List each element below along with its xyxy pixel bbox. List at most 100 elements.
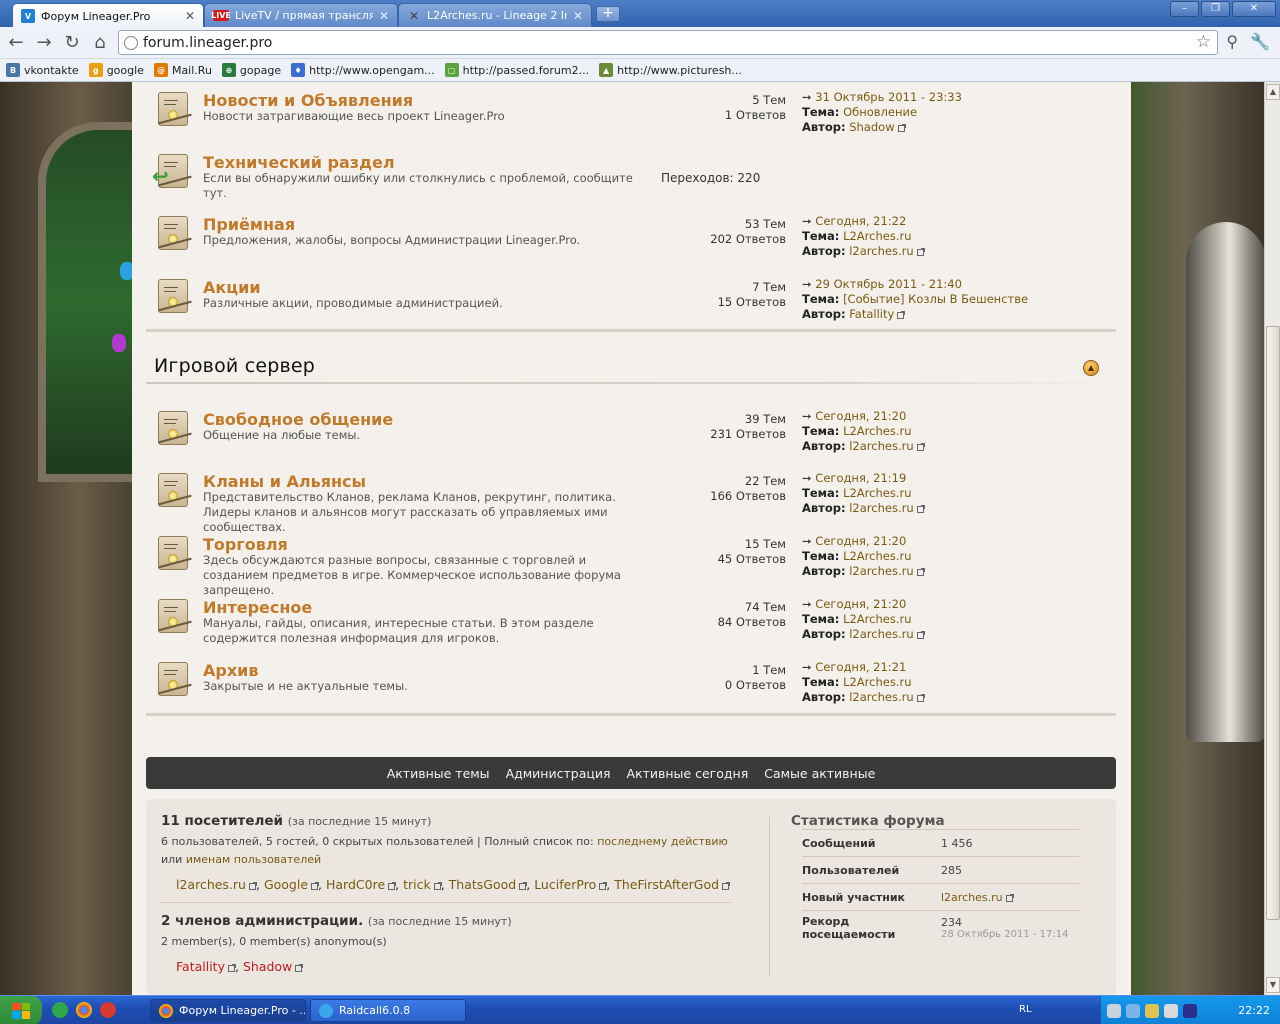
- bookmark-item[interactable]: g google: [88, 63, 144, 77]
- online-user-link[interactable]: trick: [403, 877, 431, 892]
- external-link-icon[interactable]: [227, 964, 236, 972]
- external-link-icon[interactable]: [433, 882, 442, 890]
- forum-title-link[interactable]: Акции: [203, 278, 261, 297]
- wrench-icon[interactable]: 🔧: [1250, 32, 1270, 51]
- last-post-date[interactable]: Сегодня, 21:20: [815, 597, 906, 611]
- forum-title-link[interactable]: Интересное: [203, 598, 312, 617]
- start-button[interactable]: [0, 996, 42, 1024]
- home-icon[interactable]: ⌂: [86, 29, 114, 57]
- bookmark-item[interactable]: ▲ http://www.picturesh...: [599, 63, 742, 77]
- last-topic-link[interactable]: L2Arches.ru: [843, 675, 911, 689]
- last-post-date[interactable]: Сегодня, 21:22: [815, 214, 906, 228]
- last-post-date[interactable]: 31 Октябрь 2011 - 23:33: [815, 90, 962, 104]
- language-indicator[interactable]: RL: [1019, 1004, 1032, 1015]
- navbar-link[interactable]: Активные темы: [387, 766, 490, 781]
- external-link-icon[interactable]: [295, 964, 304, 972]
- bookmark-item[interactable]: ⊕ gopage: [221, 63, 281, 77]
- external-link-icon[interactable]: [519, 882, 528, 890]
- last-post-arrow-icon[interactable]: ➙: [802, 660, 812, 674]
- external-link-icon[interactable]: [897, 124, 906, 132]
- last-topic-link[interactable]: L2Arches.ru: [843, 612, 911, 626]
- extension-icon[interactable]: ⚲: [1226, 32, 1238, 51]
- last-post-arrow-icon[interactable]: ➙: [802, 90, 812, 104]
- scrollbar-thumb[interactable]: [1266, 326, 1280, 920]
- external-link-icon[interactable]: [916, 568, 925, 576]
- last-post-arrow-icon[interactable]: ➙: [802, 214, 812, 228]
- bookmark-item[interactable]: ♦ http://www.opengam...: [291, 63, 435, 77]
- utorrent-icon[interactable]: [52, 1002, 68, 1018]
- last-post-date[interactable]: Сегодня, 21:21: [815, 660, 906, 674]
- author-link[interactable]: l2arches.ru: [849, 690, 913, 704]
- bookmark-item[interactable]: ▢ http://passed.forum2...: [444, 63, 589, 77]
- game-icon[interactable]: [100, 1002, 116, 1018]
- last-post-date[interactable]: Сегодня, 21:20: [815, 409, 906, 423]
- address-bar[interactable]: forum.lineager.pro ☆: [118, 30, 1218, 55]
- last-topic-link[interactable]: L2Arches.ru: [843, 549, 911, 563]
- sort-by-activity-link[interactable]: последнему действию: [597, 835, 728, 848]
- network-icon[interactable]: [1107, 1003, 1121, 1018]
- last-post-arrow-icon[interactable]: ➙: [802, 471, 812, 485]
- external-link-icon[interactable]: [916, 505, 925, 513]
- last-topic-link[interactable]: [Событие] Козлы В Бешенстве: [843, 292, 1028, 306]
- online-user-link[interactable]: TheFirstAfterGod: [614, 877, 719, 892]
- author-link[interactable]: l2arches.ru: [849, 501, 913, 515]
- close-icon[interactable]: ✕: [379, 9, 389, 23]
- last-post-date[interactable]: 29 Октябрь 2011 - 21:40: [815, 277, 962, 291]
- forum-title-link[interactable]: Архив: [203, 661, 259, 680]
- tray-app-icon[interactable]: [1145, 1003, 1159, 1018]
- star-icon[interactable]: ☆: [1196, 32, 1211, 52]
- scroll-down-button[interactable]: ▼: [1266, 977, 1280, 993]
- taskbar-raidcall[interactable]: Raidcall6.0.8: [310, 999, 466, 1022]
- author-link[interactable]: l2arches.ru: [849, 439, 913, 453]
- vertical-scrollbar[interactable]: ▲ ▼: [1264, 82, 1280, 995]
- close-icon[interactable]: ✕: [573, 9, 583, 23]
- tab-forum-lineager[interactable]: V Форум Lineager.Pro ✕: [12, 3, 204, 28]
- forum-title-link[interactable]: Свободное общение: [203, 410, 393, 429]
- minimize-button[interactable]: –: [1170, 1, 1199, 17]
- last-topic-link[interactable]: L2Arches.ru: [843, 229, 911, 243]
- stat-value[interactable]: l2arches.ru: [941, 891, 1003, 904]
- external-link-icon[interactable]: [916, 694, 925, 702]
- media-player-icon[interactable]: [1183, 1003, 1197, 1018]
- forum-title-link[interactable]: Новости и Объявления: [203, 91, 413, 110]
- collapse-icon[interactable]: ▲: [1083, 360, 1099, 376]
- external-link-icon[interactable]: [248, 882, 257, 890]
- close-icon[interactable]: ✕: [185, 9, 195, 23]
- forum-title-link[interactable]: Технический раздел: [203, 153, 395, 172]
- author-link[interactable]: Shadow: [849, 120, 894, 134]
- close-window-button[interactable]: ✕: [1232, 1, 1276, 17]
- last-post-arrow-icon[interactable]: ➙: [802, 409, 812, 423]
- online-user-link[interactable]: Google: [264, 877, 308, 892]
- admin-user-link[interactable]: Fatallity: [176, 959, 225, 974]
- online-user-link[interactable]: HardC0re: [326, 877, 385, 892]
- tab-l2arches[interactable]: ✕ L2Arches.ru - Lineage 2 Interl ✕: [398, 3, 592, 27]
- external-link-icon[interactable]: [388, 882, 397, 890]
- maximize-button[interactable]: ❐: [1201, 1, 1230, 17]
- admin-user-link[interactable]: Shadow: [243, 959, 292, 974]
- last-post-arrow-icon[interactable]: ➙: [802, 534, 812, 548]
- taskbar-chrome[interactable]: Форум Lineager.Pro - ...: [150, 999, 306, 1022]
- last-topic-link[interactable]: L2Arches.ru: [843, 424, 911, 438]
- last-post-arrow-icon[interactable]: ➙: [802, 597, 812, 611]
- reload-icon[interactable]: ↻: [58, 29, 86, 57]
- external-link-icon[interactable]: [311, 882, 320, 890]
- external-link-icon[interactable]: [599, 882, 608, 890]
- author-link[interactable]: Fatallity: [849, 307, 894, 321]
- external-link-icon[interactable]: [916, 443, 925, 451]
- online-user-link[interactable]: ThatsGood: [449, 877, 517, 892]
- navbar-link[interactable]: Активные сегодня: [627, 766, 749, 781]
- author-link[interactable]: l2arches.ru: [849, 564, 913, 578]
- external-link-icon[interactable]: [916, 248, 925, 256]
- last-topic-link[interactable]: L2Arches.ru: [843, 486, 911, 500]
- last-post-date[interactable]: Сегодня, 21:20: [815, 534, 906, 548]
- forward-arrow-icon[interactable]: →: [30, 29, 58, 57]
- author-link[interactable]: l2arches.ru: [849, 627, 913, 641]
- forum-title-link[interactable]: Торговля: [203, 535, 288, 554]
- navbar-link[interactable]: Самые активные: [764, 766, 875, 781]
- external-link-icon[interactable]: [722, 882, 731, 890]
- tray-app-icon[interactable]: [1164, 1003, 1178, 1018]
- bookmark-item[interactable]: Bvkontakte: [6, 63, 79, 77]
- last-post-date[interactable]: Сегодня, 21:19: [815, 471, 906, 485]
- last-post-arrow-icon[interactable]: ➙: [802, 277, 812, 291]
- external-link-icon[interactable]: [1005, 893, 1014, 902]
